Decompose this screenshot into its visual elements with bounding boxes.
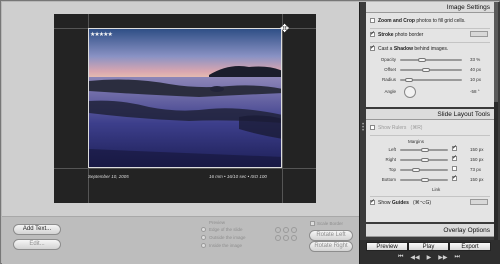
bottom-tool-strip: Add Text... Edit... Preview Edge of the … xyxy=(2,216,359,264)
angle-dial[interactable] xyxy=(404,86,416,98)
image-settings-section: Zoom and Crop photos to fill grid cells.… xyxy=(366,13,494,107)
playback-bar: Preview Play Export ⏮ ◀◀ ▶ ▶▶ ⏭ xyxy=(360,240,500,264)
link-label: Link xyxy=(432,187,441,192)
checkbox-icon xyxy=(370,44,375,52)
offset-value[interactable]: 40 px xyxy=(470,67,481,72)
overlay-options-header[interactable]: Overlay Options xyxy=(366,224,494,237)
image-settings-header[interactable]: Image Settings xyxy=(366,2,494,13)
margins-label: Margins xyxy=(408,139,425,144)
anchor-point[interactable] xyxy=(291,227,297,233)
cast-shadow-checkbox[interactable]: Cast a Shadow behind images. xyxy=(366,44,494,52)
radio-icon xyxy=(201,243,206,248)
preview-label: Preview xyxy=(209,220,226,225)
margin-right-knob[interactable] xyxy=(420,158,429,162)
opacity-label: Opacity xyxy=(380,57,396,62)
margin-bottom-link-checkbox[interactable] xyxy=(452,174,457,181)
play-button[interactable]: Play xyxy=(408,242,449,251)
margin-right-link-checkbox[interactable] xyxy=(452,154,457,161)
margin-right-label: Right xyxy=(385,157,396,162)
option-edge-of-slide[interactable]: Edge of the slide xyxy=(201,227,243,232)
margin-top-value[interactable]: 73 px xyxy=(470,167,481,172)
rotate-right-button[interactable]: Rotate Right xyxy=(309,241,353,252)
edit-button[interactable]: Edit... xyxy=(13,239,61,250)
margin-top-link-checkbox[interactable] xyxy=(452,166,457,171)
checkbox-icon xyxy=(370,198,375,206)
scrollbar-thumb[interactable] xyxy=(494,2,498,102)
photo-date-caption[interactable]: September 10, 2005 xyxy=(88,174,129,179)
separator xyxy=(370,196,490,197)
radio-icon xyxy=(201,235,206,240)
rotate-left-button[interactable]: Rotate Left xyxy=(309,230,353,241)
anchor-point[interactable] xyxy=(283,235,289,241)
offset-label: Offset xyxy=(384,67,396,72)
anchor-point[interactable] xyxy=(275,227,281,233)
show-rulers-checkbox[interactable]: Show Rulers (⌘R) xyxy=(366,125,494,131)
next-slide-icon[interactable]: ▶▶ xyxy=(438,254,447,261)
preview-button[interactable]: Preview xyxy=(366,242,408,251)
opacity-slider[interactable] xyxy=(400,59,462,61)
margin-right-value[interactable]: 150 px xyxy=(470,157,484,162)
anchor-point[interactable] xyxy=(283,227,289,233)
anchor-point[interactable] xyxy=(291,235,297,241)
margin-top-slider[interactable] xyxy=(400,169,448,171)
radius-label: Radius xyxy=(381,77,396,82)
option-outside-image[interactable]: Outside the image xyxy=(201,235,246,240)
guide-bottom[interactable] xyxy=(54,168,316,169)
separator xyxy=(370,135,490,136)
checkbox-icon xyxy=(370,125,375,131)
play-icon[interactable]: ▶ xyxy=(427,254,432,261)
margin-top-knob[interactable] xyxy=(412,168,420,172)
offset-slider[interactable] xyxy=(400,69,462,71)
margin-bottom-value[interactable]: 150 px xyxy=(470,177,484,182)
slide-canvas: ★★★★★ ✥ September 10, 2005 16 mm • 16/10… xyxy=(2,2,359,264)
first-slide-icon[interactable]: ⏮ xyxy=(398,254,403,261)
offset-slider-knob[interactable] xyxy=(421,68,430,72)
add-text-button[interactable]: Add Text... xyxy=(13,224,61,235)
panel-scrollbar[interactable] xyxy=(494,2,498,240)
right-panel: • • • Image Settings Zoom and Crop photos … xyxy=(360,2,500,264)
angle-label: Angle xyxy=(384,89,396,94)
checkbox-icon xyxy=(310,221,315,226)
previous-slide-icon[interactable]: ◀◀ xyxy=(410,254,419,261)
checkbox-icon xyxy=(370,30,375,38)
margin-left-label: Left xyxy=(388,147,396,152)
checkbox-icon xyxy=(370,18,375,24)
radius-slider-knob[interactable] xyxy=(405,78,414,82)
anchor-grid[interactable] xyxy=(275,227,303,241)
separator xyxy=(370,42,490,43)
rating-stars: ★★★★★ xyxy=(90,32,113,38)
slide-layout-tools-section: Show Rulers (⌘R) Margins Left 150 px Rig… xyxy=(366,120,494,222)
scale-border-checkbox[interactable]: Scale Border xyxy=(310,221,343,226)
export-button[interactable]: Export xyxy=(449,242,491,251)
last-slide-icon[interactable]: ⏭ xyxy=(455,254,460,261)
stroke-color-swatch[interactable] xyxy=(470,31,488,37)
guides-color-swatch[interactable] xyxy=(470,199,488,205)
option-inside-image[interactable]: Inside the image xyxy=(201,243,242,248)
radio-icon xyxy=(201,227,206,232)
guide-right[interactable] xyxy=(282,14,283,203)
opacity-slider-knob[interactable] xyxy=(417,58,426,62)
margin-top-label: Top xyxy=(388,167,396,172)
lake-landscape-image xyxy=(89,29,281,167)
move-cursor-icon: ✥ xyxy=(280,23,290,35)
photo-exif-caption[interactable]: 16 mm • 16/10 sec • ISO 100 xyxy=(209,174,267,179)
margin-bottom-label: Bottom xyxy=(381,177,396,182)
transport-controls: ⏮ ◀◀ ▶ ▶▶ ⏭ xyxy=(398,254,460,261)
slide-preview: ★★★★★ ✥ September 10, 2005 16 mm • 16/10… xyxy=(54,14,316,203)
separator xyxy=(370,28,490,29)
slideshow-window: ★★★★★ ✥ September 10, 2005 16 mm • 16/10… xyxy=(0,0,500,264)
anchor-point[interactable] xyxy=(275,235,281,241)
margin-left-value[interactable]: 150 px xyxy=(470,147,484,152)
margin-left-link-checkbox[interactable] xyxy=(452,144,457,151)
angle-value[interactable]: -58 ° xyxy=(470,89,480,94)
margin-left-knob[interactable] xyxy=(420,148,429,152)
slide-layout-tools-header[interactable]: Slide Layout Tools xyxy=(366,109,494,120)
zoom-crop-checkbox[interactable]: Zoom and Crop photos to fill grid cells. xyxy=(366,18,494,24)
margin-bottom-knob[interactable] xyxy=(420,178,429,182)
radius-value[interactable]: 10 px xyxy=(470,77,481,82)
opacity-value[interactable]: 33 % xyxy=(470,57,480,62)
slide-photo[interactable] xyxy=(88,28,282,168)
